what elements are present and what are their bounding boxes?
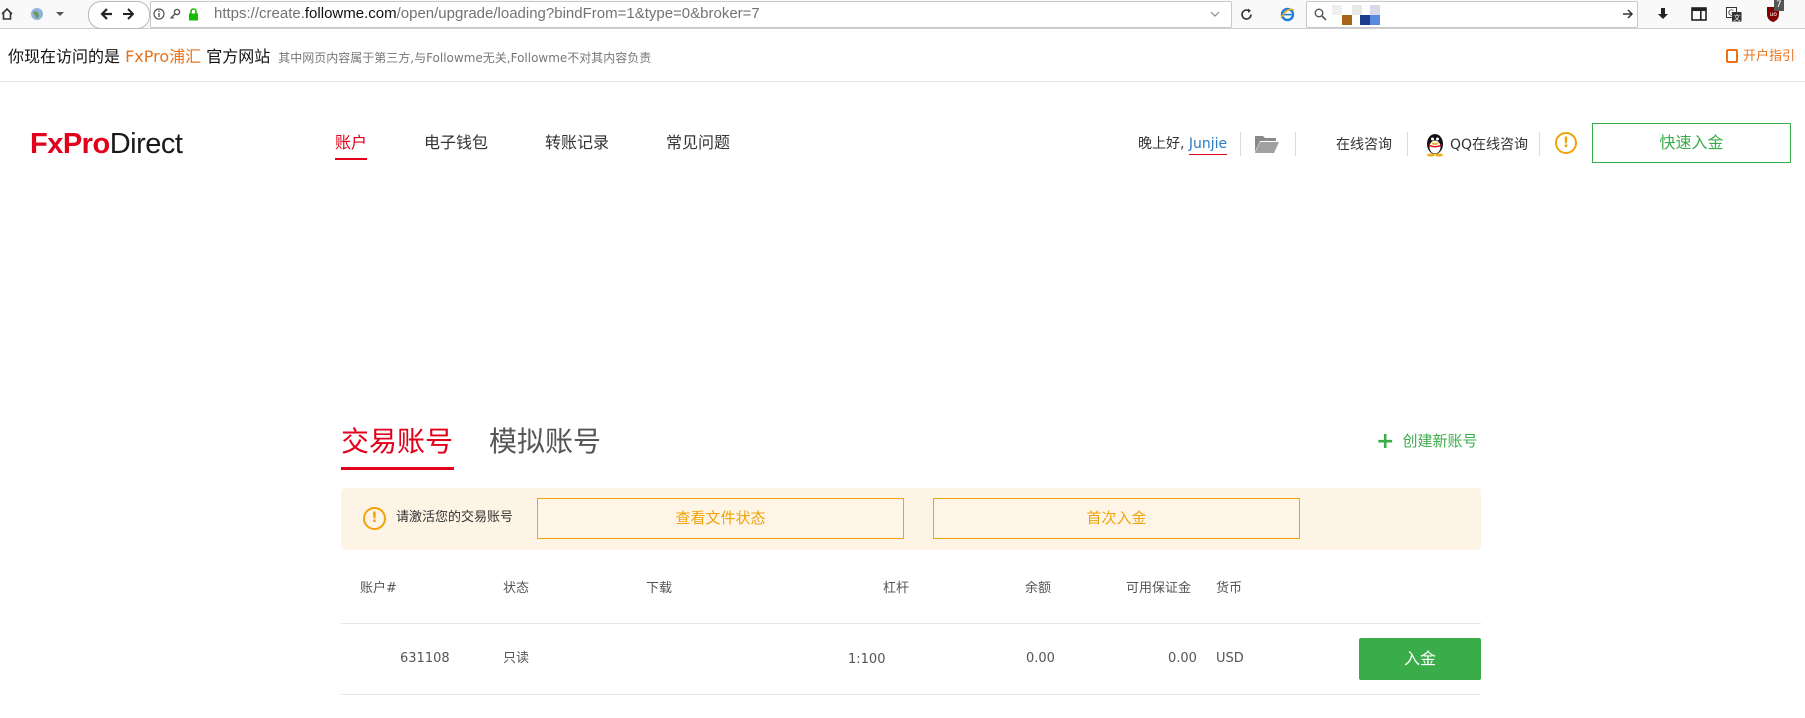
blurred-thumbnail bbox=[1342, 15, 1352, 25]
fxpro-direct-logo[interactable]: FxProDirect bbox=[30, 126, 183, 162]
logo-fxpro: FxPro bbox=[30, 128, 110, 160]
notice-text: 你现在访问的是 FxPro浦汇 官方网站 其中网页内容属于第三方,与Followm… bbox=[8, 29, 651, 86]
nav-accounts[interactable]: 账户 bbox=[335, 132, 368, 160]
key-icon[interactable] bbox=[168, 0, 182, 28]
blurred-thumbnail bbox=[1352, 5, 1362, 15]
column-header-currency: 货币 bbox=[1216, 581, 1243, 596]
sidebar-icon[interactable] bbox=[1689, 0, 1709, 28]
username-link[interactable]: Junjie bbox=[1188, 136, 1228, 155]
account-opening-guide-link[interactable]: 开户指引 bbox=[1726, 29, 1795, 85]
row-divider bbox=[341, 694, 1481, 695]
warning-icon[interactable]: ! bbox=[1555, 132, 1577, 154]
cell-leverage: 1:100 bbox=[848, 652, 886, 667]
greeting-text: 晚上好, bbox=[1138, 136, 1185, 152]
notice-brand: FxPro浦汇 bbox=[125, 47, 202, 66]
svg-text:uo: uo bbox=[1770, 11, 1778, 18]
forward-arrow-icon[interactable] bbox=[120, 0, 136, 28]
plus-icon: + bbox=[1376, 429, 1395, 454]
cell-balance: 0.00 bbox=[1026, 651, 1055, 666]
cell-free-margin: 0.00 bbox=[1168, 651, 1197, 666]
home-icon[interactable] bbox=[0, 0, 14, 28]
cell-account-number: 631108 bbox=[400, 651, 450, 666]
ublock-badge: 7 bbox=[1774, 0, 1784, 11]
back-arrow-icon[interactable] bbox=[96, 0, 116, 28]
create-account-link[interactable]: + 创建新账号 bbox=[1376, 429, 1478, 454]
svg-text:文: 文 bbox=[1734, 13, 1741, 22]
column-header-status: 状态 bbox=[503, 581, 530, 596]
activation-message: 请激活您的交易账号 bbox=[396, 510, 514, 525]
cell-currency: USD bbox=[1216, 651, 1244, 666]
blurred-thumbnail bbox=[1370, 5, 1380, 15]
qq-penguin-icon[interactable] bbox=[1424, 131, 1446, 157]
view-document-status-button[interactable]: 查看文件状态 bbox=[537, 498, 904, 539]
folder-open-icon[interactable] bbox=[1254, 134, 1280, 154]
online-consult-link[interactable]: 在线咨询 bbox=[1336, 135, 1392, 155]
download-icon[interactable] bbox=[1654, 0, 1672, 28]
lock-icon[interactable] bbox=[186, 0, 200, 28]
column-header-balance: 余额 bbox=[1025, 581, 1052, 596]
third-party-notice-bar: 你现在访问的是 FxPro浦汇 官方网站 其中网页内容属于第三方,与Followm… bbox=[0, 29, 1805, 82]
divider bbox=[1240, 132, 1241, 156]
row-deposit-button[interactable]: 入金 bbox=[1359, 638, 1481, 680]
blurred-thumbnail bbox=[1360, 15, 1370, 25]
greeting: 晚上好, Junjie bbox=[1138, 134, 1228, 155]
chevron-down-icon[interactable] bbox=[54, 0, 66, 28]
url-text: https://create.followme.com/open/upgrade… bbox=[214, 5, 760, 22]
warning-icon: ! bbox=[363, 507, 386, 530]
search-icon[interactable] bbox=[1312, 0, 1328, 28]
divider bbox=[1295, 132, 1296, 156]
guide-label: 开户指引 bbox=[1743, 49, 1796, 64]
logo-direct: Direct bbox=[109, 128, 183, 160]
notice-suffix: 官方网站 bbox=[201, 47, 271, 66]
first-deposit-button[interactable]: 首次入金 bbox=[933, 498, 1300, 539]
header-divider bbox=[341, 623, 1481, 624]
translate-icon[interactable]: G文 bbox=[1724, 0, 1744, 28]
blurred-thumbnail bbox=[1370, 15, 1380, 25]
tab-live-accounts[interactable]: 交易账号 bbox=[341, 424, 453, 460]
divider bbox=[1539, 132, 1540, 156]
tab-demo-accounts[interactable]: 模拟账号 bbox=[489, 424, 601, 460]
column-header-free-margin: 可用保证金 bbox=[1126, 581, 1192, 596]
qq-consult-link[interactable]: QQ在线咨询 bbox=[1450, 135, 1528, 155]
column-header-leverage: 杠杆 bbox=[883, 581, 910, 596]
create-account-label: 创建新账号 bbox=[1402, 432, 1478, 450]
notice-disclaimer: 其中网页内容属于第三方,与Followme无关,Followme不对其内容负责 bbox=[278, 51, 652, 65]
info-icon[interactable] bbox=[152, 0, 166, 28]
chevron-down-icon[interactable] bbox=[1208, 0, 1222, 28]
column-header-download: 下载 bbox=[646, 581, 673, 596]
notice-prefix: 你现在访问的是 bbox=[8, 47, 126, 66]
nav-faq[interactable]: 常见问题 bbox=[666, 132, 730, 154]
reload-icon[interactable] bbox=[1238, 0, 1254, 28]
globe-icon[interactable] bbox=[28, 0, 46, 28]
cell-status: 只读 bbox=[503, 651, 530, 666]
column-header-account: 账户# bbox=[360, 581, 397, 596]
nav-transfer-history[interactable]: 转账记录 bbox=[545, 132, 609, 154]
nav-wallet[interactable]: 电子钱包 bbox=[424, 132, 488, 154]
activation-alert: ! 请激活您的交易账号 查看文件状态 首次入金 bbox=[341, 488, 1481, 550]
browser-toolbar: https://create.followme.com/open/upgrade… bbox=[0, 0, 1805, 29]
ie-tab-icon[interactable] bbox=[1278, 0, 1296, 28]
document-icon bbox=[1726, 49, 1738, 63]
divider bbox=[1407, 132, 1408, 156]
arrow-right-icon[interactable] bbox=[1620, 0, 1636, 28]
blurred-thumbnail bbox=[1332, 5, 1342, 15]
active-tab-indicator bbox=[341, 467, 454, 470]
quick-deposit-button[interactable]: 快速入金 bbox=[1592, 123, 1791, 163]
